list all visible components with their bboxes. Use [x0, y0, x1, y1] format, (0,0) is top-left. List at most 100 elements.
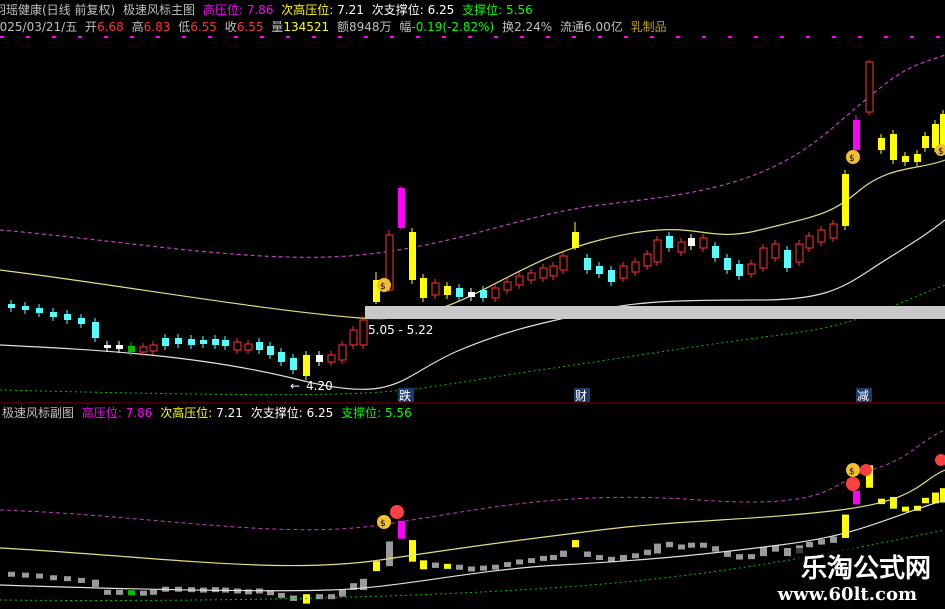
candle-body	[36, 308, 43, 313]
sub-bar	[736, 554, 743, 560]
money-bag-icon: $	[377, 278, 391, 292]
candle-body	[468, 292, 475, 297]
sub-bar	[688, 542, 695, 548]
svg-text:跌: 跌	[399, 388, 411, 403]
candle-body	[22, 306, 29, 310]
candle-body	[932, 124, 939, 148]
sub-bar	[620, 555, 627, 561]
sub-bar	[632, 553, 639, 559]
sub-bar	[560, 550, 567, 557]
svg-text:$: $	[849, 467, 855, 477]
candlesticks	[8, 60, 945, 380]
candle-body	[922, 136, 929, 148]
candle-body	[688, 238, 695, 246]
kline-chart-canvas[interactable]: 5.05 - 5.22 ← 4.20 跌 财 减 $ $ $ $ $	[0, 0, 945, 609]
candle-body	[643, 253, 652, 267]
candle-body	[256, 342, 263, 350]
money-bag-icon: $	[377, 515, 391, 529]
sub-bar	[550, 555, 557, 561]
candle-body	[420, 278, 427, 298]
candle-body	[817, 229, 826, 243]
candle-body	[805, 235, 814, 249]
tag-jian[interactable]: 减	[856, 388, 872, 403]
candle-body	[444, 286, 451, 295]
candle-body	[736, 264, 743, 276]
tag-cai[interactable]: 财	[574, 388, 590, 403]
sub-bar	[456, 564, 463, 570]
candle-body	[303, 355, 310, 376]
svg-text:$: $	[380, 519, 386, 529]
candle-body	[829, 223, 838, 239]
support-band	[0, 284, 945, 396]
candle-body	[78, 318, 85, 324]
sub-bar	[116, 589, 123, 595]
sub-bar	[760, 547, 767, 557]
sub-bar	[212, 587, 219, 593]
low-arrow-label: ←	[290, 379, 300, 393]
candle-body	[431, 282, 440, 296]
candle-body	[902, 156, 909, 162]
sub-bar	[853, 490, 860, 505]
candle-body	[890, 134, 897, 160]
candle-body	[572, 232, 579, 248]
sub-bar	[516, 559, 523, 565]
candle-body	[795, 243, 804, 263]
candle-body	[200, 340, 207, 344]
candle-body	[559, 255, 568, 271]
candle-body	[349, 329, 358, 346]
candle-body	[398, 188, 405, 228]
watermark-url: www.60lt.com	[771, 584, 923, 605]
sub-bar	[540, 555, 547, 561]
candle-body	[244, 343, 253, 351]
candle-body	[784, 250, 791, 268]
sub-bar	[492, 564, 499, 570]
candle-body	[878, 138, 885, 150]
sub-bar	[922, 497, 929, 504]
candle-body	[940, 114, 945, 146]
candle-body	[491, 287, 500, 299]
sub-bar	[902, 506, 909, 512]
candle-body	[842, 174, 849, 226]
sub-bar	[409, 540, 416, 562]
sub-bar	[420, 560, 427, 570]
sub-bar	[36, 573, 43, 579]
support-zone-bar	[365, 306, 945, 319]
tag-die[interactable]: 跌	[398, 388, 414, 403]
candle-body	[596, 266, 603, 274]
sub-bar	[644, 549, 651, 556]
candle-body	[724, 258, 731, 270]
svg-text:减: 减	[857, 389, 869, 403]
sub-bar	[278, 592, 285, 598]
candle-body	[456, 288, 463, 297]
candle-body	[608, 270, 615, 282]
candle-body	[212, 339, 219, 345]
sub-bar	[303, 594, 310, 604]
candle-body	[549, 265, 558, 277]
sub-bar	[339, 589, 346, 597]
candle-body	[316, 355, 323, 362]
candle-body	[699, 237, 708, 249]
sub-bar	[842, 514, 849, 538]
candle-body	[359, 319, 368, 346]
sub-bar	[818, 539, 825, 545]
sub-bar	[8, 571, 15, 577]
upper-resist-band	[0, 54, 945, 258]
candle-body	[149, 344, 158, 352]
candle-body	[480, 290, 487, 298]
candle-body	[233, 341, 242, 351]
sub-bar	[398, 520, 405, 539]
sub-bar	[22, 572, 29, 578]
sub-bar	[572, 540, 579, 548]
sub-bar	[830, 536, 837, 543]
candle-body	[584, 258, 591, 270]
candle-body	[116, 345, 123, 349]
candle-body	[267, 346, 274, 355]
candle-body	[539, 267, 548, 279]
candle-body	[8, 304, 15, 308]
svg-text:财: 财	[575, 389, 587, 403]
sub-bar	[784, 548, 791, 557]
sub-bar	[78, 577, 85, 583]
sub-bar	[806, 541, 813, 548]
sub-bar	[104, 589, 111, 595]
candle-body	[631, 261, 640, 273]
